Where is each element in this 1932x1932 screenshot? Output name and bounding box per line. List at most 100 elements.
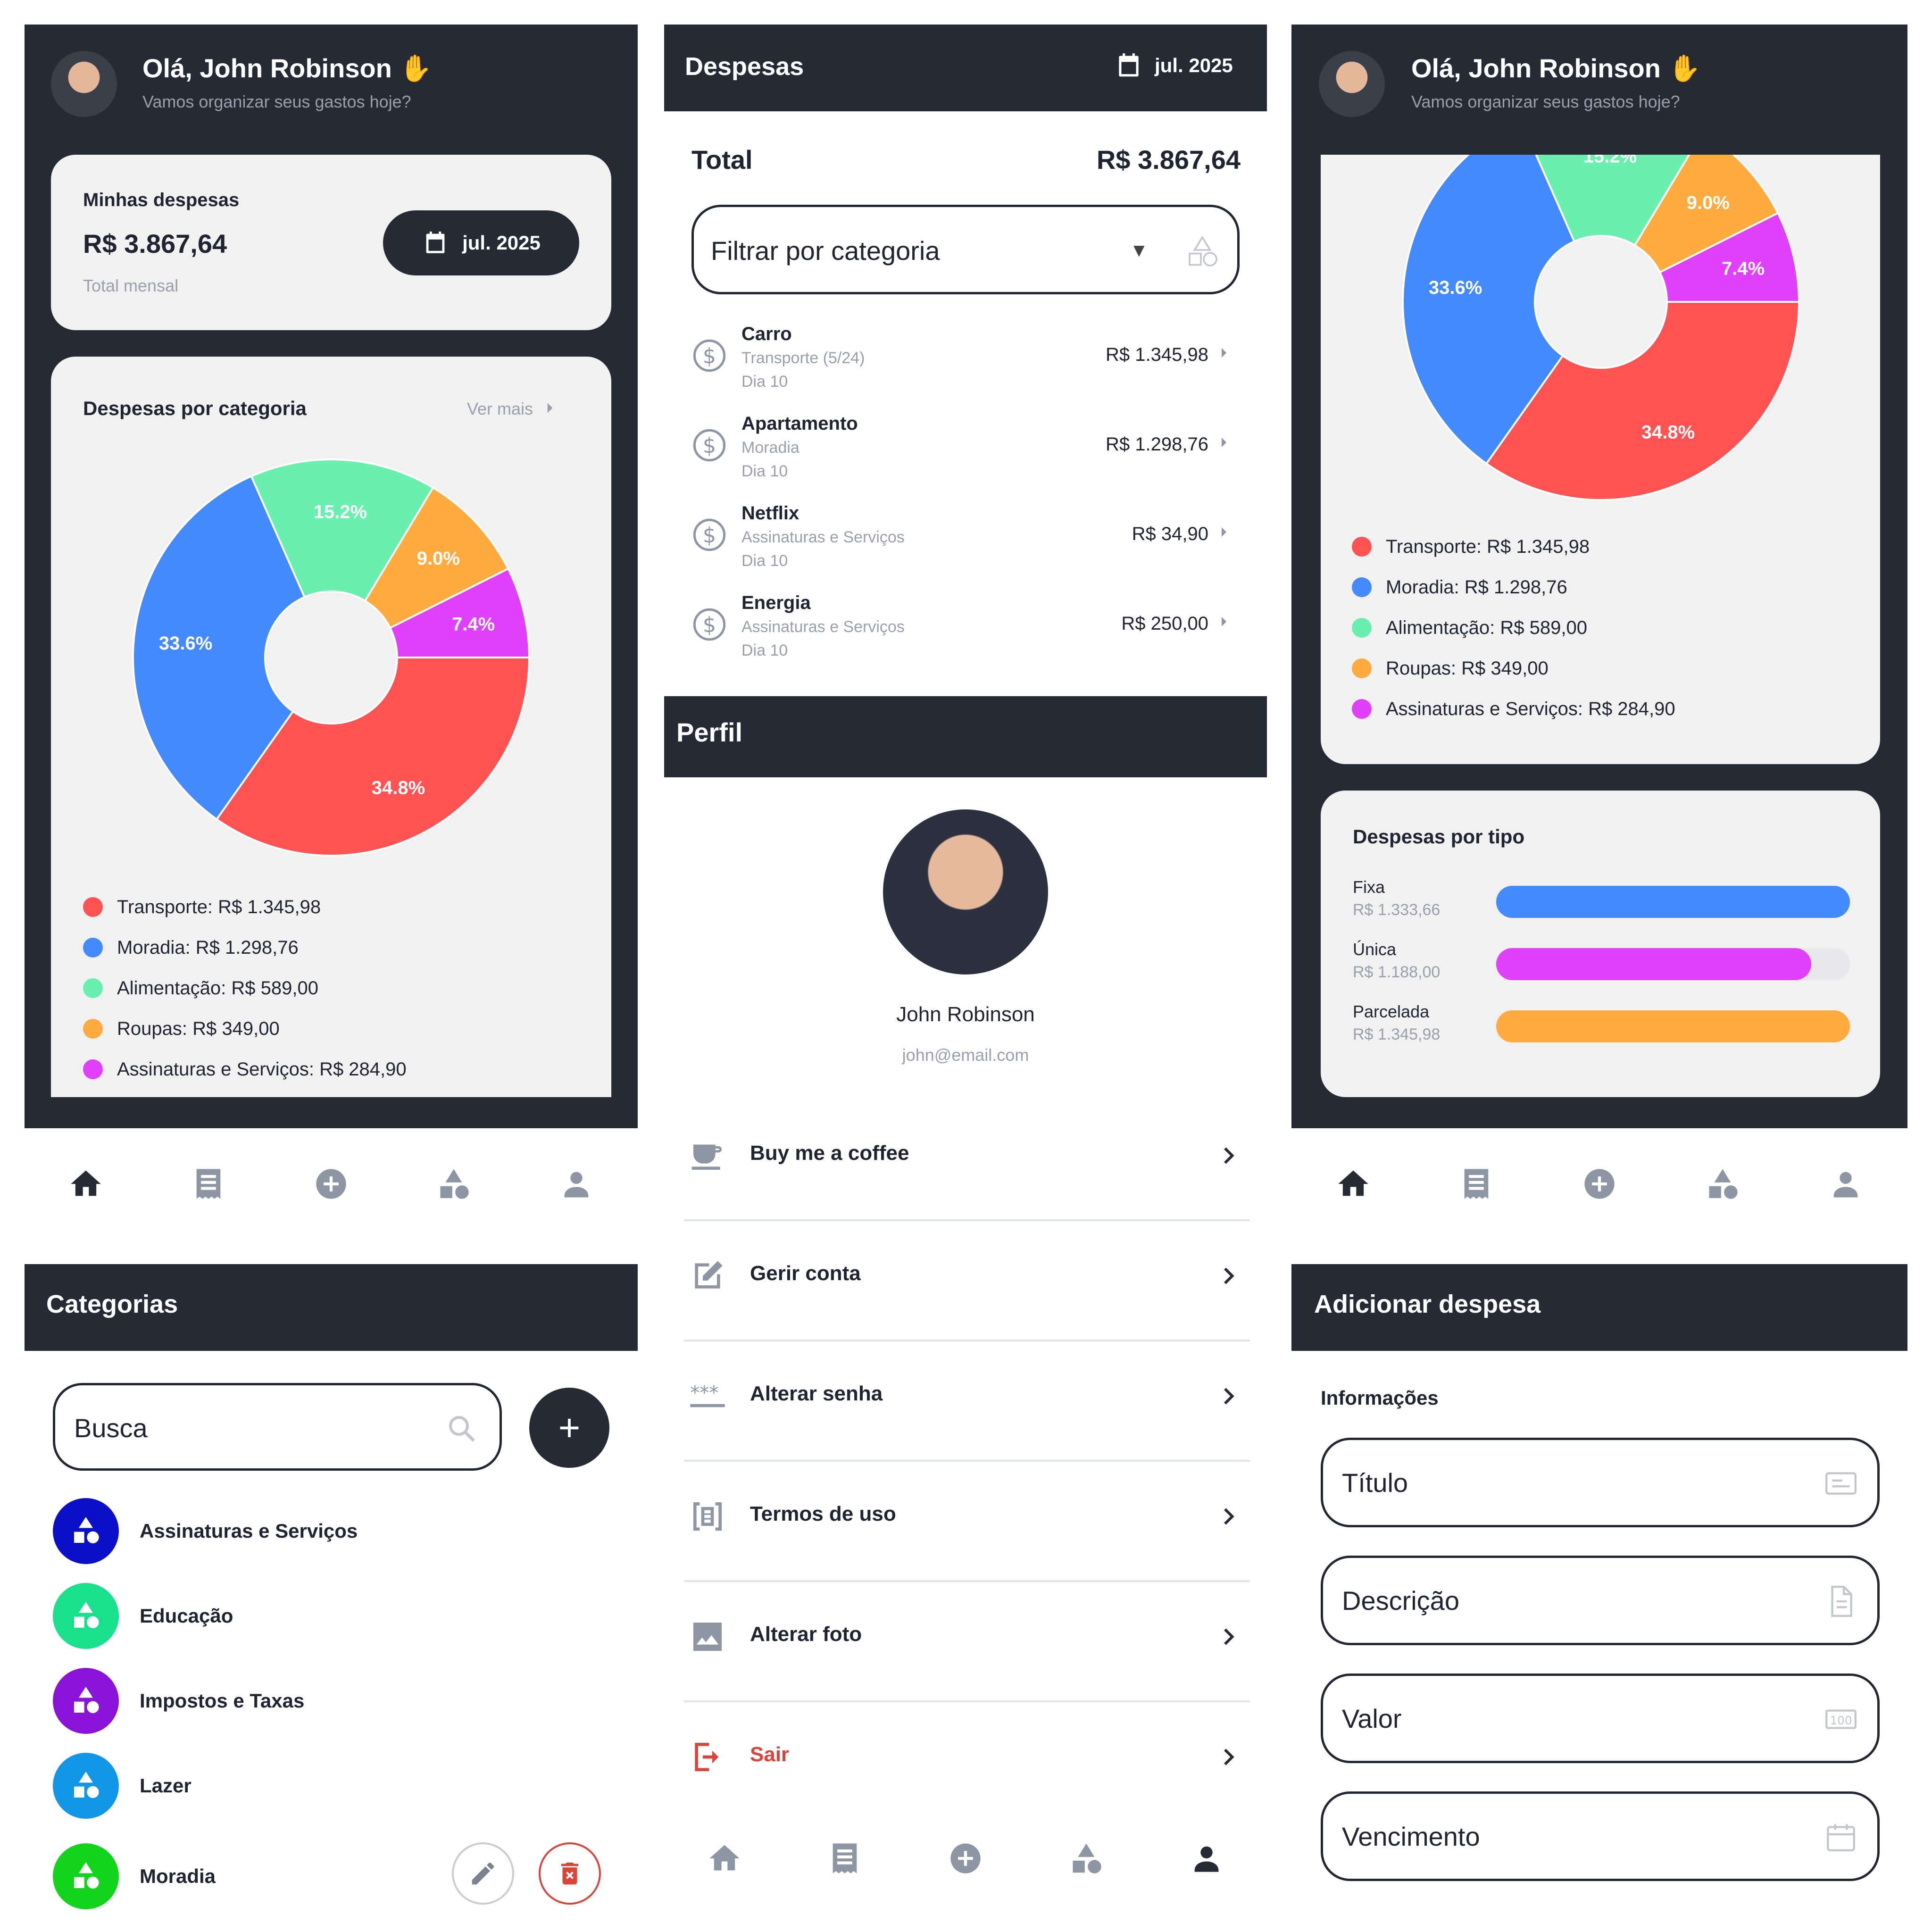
- category-name: Educação: [140, 1605, 233, 1627]
- category-name: Lazer: [140, 1774, 192, 1797]
- add-circle-icon[interactable]: [313, 1166, 349, 1202]
- type-bar-track: [1496, 886, 1850, 918]
- expense-row[interactable]: Energia Assinaturas e Serviços Dia 10 R$…: [691, 584, 1240, 674]
- field-valor[interactable]: Valor 100: [1321, 1674, 1880, 1763]
- expense-day: Dia 10: [741, 373, 788, 391]
- menu-item-termos-de-uso[interactable]: Termos de uso: [684, 1460, 1250, 1582]
- legend-swatch: [1352, 699, 1372, 719]
- category-icon: [53, 1668, 119, 1734]
- calendar-icon: [1114, 51, 1143, 80]
- category-pie-chart: 34.8% 33.6% 15.2% 9.0% 7.4%: [1402, 155, 1800, 501]
- category-item[interactable]: Lazer: [53, 1753, 619, 1819]
- expense-row[interactable]: Carro Transporte (5/24) Dia 10 R$ 1.345,…: [691, 315, 1240, 405]
- home-icon[interactable]: [68, 1166, 104, 1202]
- type-row: Parcelada R$ 1.345,98: [1353, 1002, 1853, 1058]
- home-icon[interactable]: [1335, 1166, 1371, 1202]
- type-label: Parcelada: [1353, 1002, 1430, 1021]
- legend-label: Moradia: R$ 1.298,76: [117, 937, 299, 958]
- coffee-icon: [691, 1144, 722, 1170]
- expense-category: Assinaturas e Serviços: [741, 618, 905, 636]
- person-icon[interactable]: [1828, 1166, 1864, 1202]
- expense-name: Apartamento: [741, 413, 858, 434]
- expense-row[interactable]: Netflix Assinaturas e Serviços Dia 10 R$…: [691, 494, 1240, 584]
- type-value: R$ 1.188,00: [1353, 963, 1441, 981]
- add-circle-icon[interactable]: [1582, 1166, 1617, 1202]
- profile-header: [664, 696, 1267, 777]
- pie-slice-label: 9.0%: [417, 548, 460, 569]
- bottom-nav: [25, 1132, 638, 1236]
- type-label: Fixa: [1353, 877, 1385, 897]
- logout-icon: [695, 1743, 719, 1771]
- field-descri-o[interactable]: Descrição: [1321, 1556, 1880, 1645]
- category-item[interactable]: Impostos e Taxas: [53, 1668, 619, 1734]
- caret-right-icon: [1212, 611, 1235, 634]
- category-search-input[interactable]: Busca: [53, 1383, 502, 1471]
- avatar[interactable]: [1319, 51, 1385, 117]
- delete-category-button[interactable]: [539, 1842, 601, 1905]
- category-icon: [53, 1498, 119, 1564]
- legend-label: Roupas: R$ 349,00: [1386, 658, 1549, 679]
- total-value: R$ 3.867,64: [1096, 145, 1241, 175]
- legend-swatch: [1352, 577, 1372, 597]
- category-icon: [53, 1843, 119, 1909]
- info-section-title: Informações: [1321, 1387, 1439, 1409]
- category-filter-select[interactable]: Filtrar por categoria ▼: [691, 205, 1240, 294]
- receipt-icon[interactable]: [191, 1166, 226, 1202]
- legend-swatch: [1352, 618, 1372, 638]
- field-vencimento[interactable]: Vencimento: [1321, 1791, 1880, 1881]
- profile-photo[interactable]: [883, 809, 1048, 974]
- pie-slice-label: 33.6%: [159, 633, 212, 654]
- menu-item-alterar-senha[interactable]: *** Alterar senha: [684, 1340, 1250, 1462]
- profile-email: john@email.com: [902, 1045, 1029, 1065]
- legend-label: Transporte: R$ 1.345,98: [1386, 536, 1590, 557]
- type-value: R$ 1.333,66: [1353, 901, 1441, 919]
- home-icon[interactable]: [707, 1840, 742, 1876]
- menu-item-sair[interactable]: Sair: [684, 1700, 1250, 1821]
- bottom-nav: [1291, 1132, 1907, 1236]
- categories-icon[interactable]: [1705, 1166, 1740, 1202]
- pie-slice-label: 33.6%: [1429, 277, 1482, 298]
- chevron-right-icon: [1212, 1738, 1245, 1776]
- caret-right-icon: [1212, 342, 1235, 365]
- svg-text:***: ***: [690, 1382, 718, 1404]
- expense-day: Dia 10: [741, 552, 788, 570]
- receipt-icon[interactable]: [827, 1840, 863, 1876]
- expense-category: Moradia: [741, 439, 799, 457]
- pie-slice-label: 7.4%: [452, 614, 495, 635]
- legend-swatch: [83, 897, 103, 917]
- menu-item-label: Buy me a coffee: [750, 1141, 909, 1165]
- category-item[interactable]: Educação: [53, 1583, 619, 1649]
- legend-item: Moradia: R$ 1.298,76: [1352, 567, 1871, 608]
- person-icon[interactable]: [1189, 1840, 1224, 1876]
- category-item[interactable]: Assinaturas e Serviços: [53, 1498, 619, 1564]
- legend-item: Assinaturas e Serviços: R$ 284,90: [83, 1049, 602, 1090]
- expense-day: Dia 10: [741, 641, 788, 659]
- legend-swatch: [1352, 658, 1372, 678]
- total-label: Total: [691, 145, 753, 175]
- type-label: Única: [1353, 940, 1397, 959]
- menu-item-alterar-foto[interactable]: Alterar foto: [684, 1580, 1250, 1702]
- add-category-button[interactable]: +: [529, 1388, 609, 1468]
- add-circle-icon[interactable]: [948, 1840, 983, 1876]
- expenses-month-button[interactable]: jul. 2025: [1114, 51, 1233, 80]
- legend-swatch: [83, 978, 103, 998]
- menu-item-buy-me-a-coffee[interactable]: Buy me a coffee: [684, 1099, 1250, 1221]
- field-label: Título: [1342, 1468, 1408, 1498]
- receipt-icon[interactable]: [1458, 1166, 1494, 1202]
- expense-row[interactable]: Apartamento Moradia Dia 10 R$ 1.298,76: [691, 405, 1240, 494]
- chevron-right-icon: [1212, 1377, 1245, 1415]
- categories-icon[interactable]: [436, 1166, 472, 1202]
- person-icon[interactable]: [558, 1166, 594, 1202]
- profile-title: Perfil: [676, 717, 743, 747]
- legend-swatch: [83, 1019, 103, 1039]
- legend-item: Alimentação: R$ 589,00: [83, 968, 602, 1008]
- expense-amount: R$ 250,00: [1121, 613, 1208, 634]
- expense-name: Carro: [741, 324, 792, 344]
- menu-item-gerir-conta[interactable]: Gerir conta: [684, 1219, 1250, 1341]
- expense-list: Carro Transporte (5/24) Dia 10 R$ 1.345,…: [691, 315, 1240, 674]
- edit-category-button[interactable]: [452, 1842, 514, 1905]
- categories-icon[interactable]: [1068, 1840, 1104, 1876]
- type-card-title: Despesas por tipo: [1353, 825, 1525, 848]
- category-item[interactable]: Moradia: [53, 1843, 619, 1909]
- field-t-tulo[interactable]: Título: [1321, 1438, 1880, 1527]
